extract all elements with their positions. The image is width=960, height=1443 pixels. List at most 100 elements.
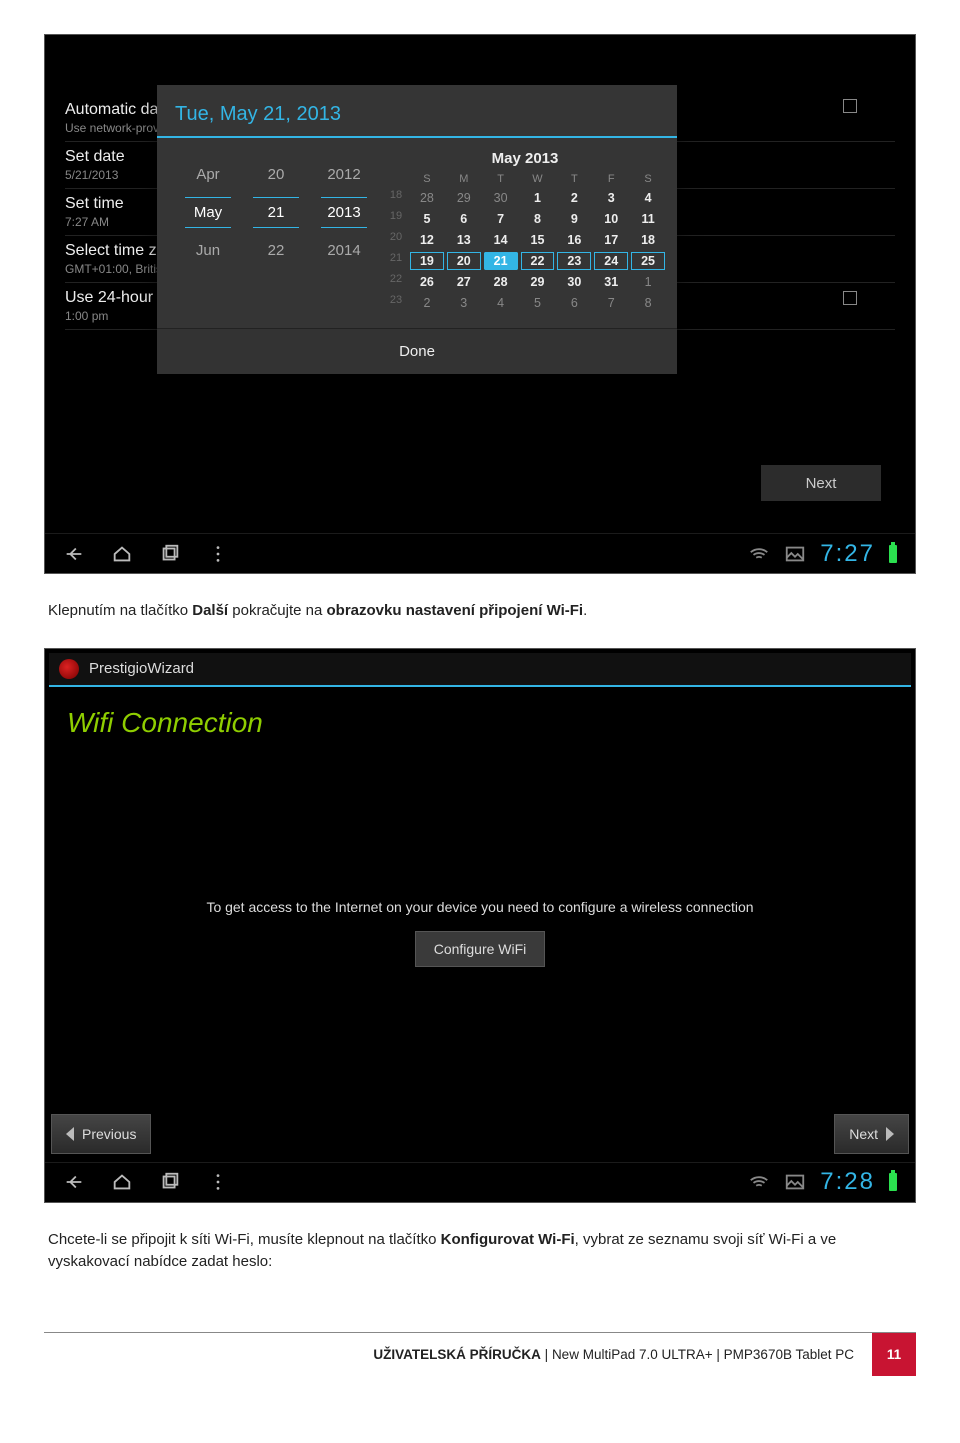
calendar-day[interactable]: 10 — [594, 210, 628, 228]
calendar-day[interactable]: 7 — [484, 210, 518, 228]
screenshot-date-settings: Automatic date & time Use network-provid… — [44, 34, 916, 574]
calendar-day[interactable]: 16 — [557, 231, 591, 249]
calendar-day[interactable]: 18 — [631, 231, 665, 249]
home-icon[interactable] — [111, 1171, 133, 1193]
recents-icon[interactable] — [159, 1171, 181, 1193]
dow-cell: T — [557, 173, 591, 185]
calendar-day[interactable]: 21 — [484, 252, 518, 270]
done-button[interactable]: Done — [157, 328, 677, 374]
checkbox-24h[interactable] — [843, 291, 857, 305]
calendar-day[interactable]: 29 — [521, 273, 555, 291]
calendar-day[interactable]: 20 — [447, 252, 481, 270]
next-button[interactable]: Next — [834, 1114, 909, 1154]
calendar-day[interactable]: 6 — [447, 210, 481, 228]
calendar-day[interactable]: 24 — [594, 252, 628, 270]
calendar-day[interactable]: 6 — [557, 294, 591, 312]
calendar-day[interactable]: 3 — [447, 294, 481, 312]
calendar-day[interactable]: 13 — [447, 231, 481, 249]
date-picker-dialog: Tue, May 21, 2013 Apr202012 May212013 Ju… — [157, 85, 677, 374]
home-icon[interactable] — [111, 543, 133, 565]
menu-dots-icon[interactable] — [207, 1171, 229, 1193]
week-number: 20 — [385, 231, 407, 249]
calendar-day[interactable]: 4 — [631, 189, 665, 207]
menu-dots-icon[interactable] — [207, 543, 229, 565]
month-cur[interactable]: May — [185, 197, 231, 228]
dow-cell: F — [594, 173, 628, 185]
calendar-day[interactable]: 28 — [410, 189, 444, 207]
calendar-day[interactable]: 17 — [594, 231, 628, 249]
calendar-day[interactable]: 9 — [557, 210, 591, 228]
calendar-title: May 2013 — [385, 150, 665, 167]
dow-cell: M — [447, 173, 481, 185]
year-next[interactable]: 2014 — [321, 242, 367, 259]
calendar-grid: 1828293012341956789101120121314151617182… — [385, 189, 665, 312]
month-next[interactable]: Jun — [185, 242, 231, 259]
dialog-title: Tue, May 21, 2013 — [157, 85, 677, 136]
system-navbar: 7:28 — [45, 1162, 915, 1202]
dow-cell: S — [410, 173, 444, 185]
calendar-day[interactable]: 23 — [557, 252, 591, 270]
dow-cell: W — [521, 173, 555, 185]
day-prev[interactable]: 20 — [253, 166, 299, 183]
wizard-header-title: PrestigioWizard — [89, 660, 194, 677]
week-number: 23 — [385, 294, 407, 312]
week-number: 21 — [385, 252, 407, 270]
month-prev[interactable]: Apr — [185, 166, 231, 183]
calendar-day[interactable]: 15 — [521, 231, 555, 249]
week-number: 22 — [385, 273, 407, 291]
calendar-day[interactable]: 14 — [484, 231, 518, 249]
system-navbar: 7:27 — [45, 533, 915, 573]
calendar-day[interactable]: 27 — [447, 273, 481, 291]
calendar-day[interactable]: 29 — [447, 189, 481, 207]
wifi-icon — [748, 543, 770, 565]
calendar-day[interactable]: 2 — [410, 294, 444, 312]
wizard-header: PrestigioWizard — [49, 653, 911, 687]
picture-icon — [784, 1171, 806, 1193]
week-number: 18 — [385, 189, 407, 207]
battery-icon — [889, 545, 897, 563]
back-icon[interactable] — [63, 1171, 85, 1193]
calendar-day[interactable]: 4 — [484, 294, 518, 312]
calendar-day[interactable]: 12 — [410, 231, 444, 249]
checkbox-auto-date[interactable] — [843, 99, 857, 113]
prestigio-logo-icon — [59, 659, 79, 679]
calendar-day[interactable]: 31 — [594, 273, 628, 291]
calendar-day[interactable]: 26 — [410, 273, 444, 291]
calendar-day[interactable]: 1 — [631, 273, 665, 291]
calendar-day[interactable]: 28 — [484, 273, 518, 291]
footer-text: UŽIVATELSKÁ PŘÍRUČKA | New MultiPad 7.0 … — [373, 1347, 854, 1362]
calendar-day[interactable]: 22 — [521, 252, 555, 270]
spinner-picker[interactable]: Apr 20 2012 May 21 2013 Jun 22 2014 — [161, 148, 377, 320]
page-footer: UŽIVATELSKÁ PŘÍRUČKA | New MultiPad 7.0 … — [44, 1332, 916, 1376]
wifi-icon — [748, 1171, 770, 1193]
recents-icon[interactable] — [159, 543, 181, 565]
day-next[interactable]: 22 — [253, 242, 299, 259]
calendar-day[interactable]: 7 — [594, 294, 628, 312]
calendar-day[interactable]: 5 — [410, 210, 444, 228]
calendar-day[interactable]: 8 — [521, 210, 555, 228]
calendar-day[interactable]: 30 — [557, 273, 591, 291]
caption-text: Chcete-li se připojit k síti Wi-Fi, musí… — [48, 1229, 912, 1273]
page-number: 11 — [872, 1333, 916, 1376]
wifi-title: Wifi Connection — [67, 707, 263, 739]
calendar-day[interactable]: 2 — [557, 189, 591, 207]
calendar-day[interactable]: 30 — [484, 189, 518, 207]
calendar-day[interactable]: 5 — [521, 294, 555, 312]
calendar-day[interactable]: 19 — [410, 252, 444, 270]
back-icon[interactable] — [63, 543, 85, 565]
calendar: May 2013 SMTWTFS 18282930123419567891011… — [377, 148, 673, 320]
configure-wifi-button[interactable]: Configure WiFi — [415, 931, 546, 967]
caption-text: Klepnutím na tlačítko Další pokračujte n… — [48, 600, 912, 622]
calendar-day[interactable]: 3 — [594, 189, 628, 207]
calendar-day[interactable]: 8 — [631, 294, 665, 312]
year-prev[interactable]: 2012 — [321, 166, 367, 183]
wifi-message: To get access to the Internet on your de… — [45, 899, 915, 967]
calendar-day[interactable]: 25 — [631, 252, 665, 270]
next-button[interactable]: Next — [761, 465, 881, 501]
previous-button[interactable]: Previous — [51, 1114, 151, 1154]
calendar-day[interactable]: 11 — [631, 210, 665, 228]
calendar-day[interactable]: 1 — [521, 189, 555, 207]
picture-icon — [784, 543, 806, 565]
day-cur[interactable]: 21 — [253, 197, 299, 228]
year-cur[interactable]: 2013 — [321, 197, 367, 228]
